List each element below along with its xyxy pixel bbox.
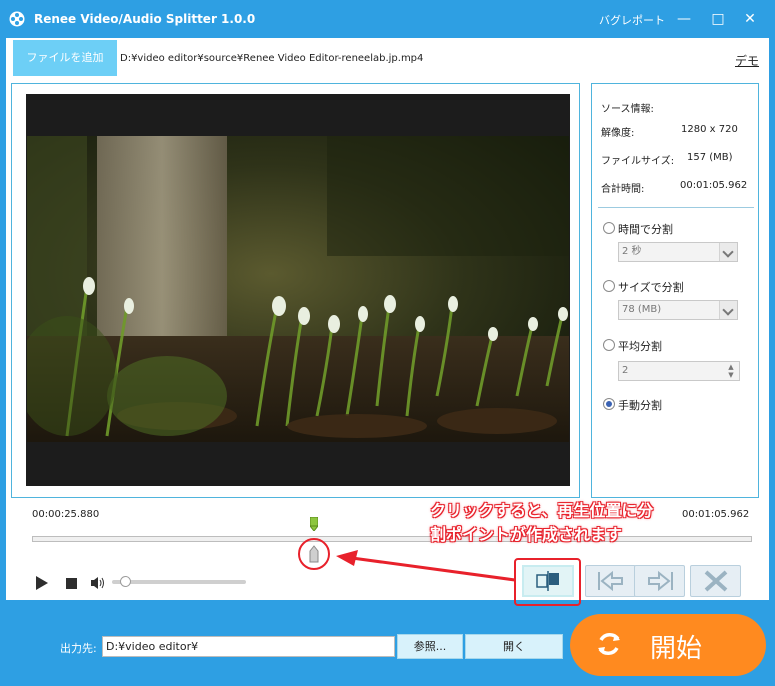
even-split-value: 2	[622, 365, 629, 376]
even-split-radio[interactable]	[603, 339, 615, 351]
next-split-button[interactable]	[634, 565, 685, 597]
annotation-circle	[298, 538, 330, 570]
output-label: 出力先:	[60, 642, 97, 655]
current-time: 00:00:25.880	[32, 509, 100, 520]
chevron-down-icon	[719, 301, 737, 319]
add-file-button[interactable]: ファイルを追加	[13, 40, 117, 76]
split-by-time-label: 時間で分割	[618, 223, 673, 236]
annotation-line-2: 割ポイントが作成されます	[430, 525, 623, 544]
bug-report-link[interactable]: バグレポート	[599, 12, 665, 28]
chevron-down-icon	[719, 243, 737, 261]
annotation-highlight-box	[514, 558, 581, 606]
time-interval-value: 2 秒	[622, 246, 642, 257]
open-folder-button[interactable]: 開く	[465, 634, 563, 659]
stepper-arrows-icon[interactable]: ▲ ▼	[724, 363, 738, 379]
resolution-value: 1280 x 720	[681, 124, 738, 135]
annotation-arrow	[336, 550, 516, 582]
film-reel-icon	[9, 11, 25, 27]
source-info-heading: ソース情報:	[601, 104, 654, 115]
stop-button[interactable]	[66, 578, 77, 589]
annotation-line-1: クリックすると、再生位置に分	[430, 501, 654, 520]
file-size-value: 157 (MB)	[687, 152, 733, 163]
output-path-input[interactable]: D:¥video editor¥	[102, 636, 395, 657]
close-button[interactable]: ✕	[739, 8, 761, 30]
start-label: 開始	[650, 634, 703, 664]
resolution-label: 解像度:	[601, 128, 635, 139]
demo-link[interactable]: デモ	[735, 52, 759, 69]
play-button[interactable]	[35, 576, 49, 590]
split-by-size-label: サイズで分割	[618, 281, 684, 294]
playhead-marker[interactable]	[309, 516, 320, 532]
split-by-time-radio[interactable]	[603, 222, 615, 234]
size-select[interactable]: 78 (MB)	[618, 300, 738, 320]
volume-slider[interactable]	[112, 580, 246, 584]
info-divider	[598, 207, 754, 208]
app-title: Renee Video/Audio Splitter 1.0.0	[34, 12, 256, 26]
even-split-stepper[interactable]: 2 ▲ ▼	[618, 361, 740, 381]
split-by-size-radio[interactable]	[603, 280, 615, 292]
video-frame-image	[27, 136, 569, 442]
minimize-button[interactable]: —	[673, 8, 695, 30]
browse-button[interactable]: 参照...	[397, 634, 463, 659]
file-size-label: ファイルサイズ:	[601, 156, 675, 167]
size-value: 78 (MB)	[622, 304, 662, 315]
manual-split-radio[interactable]	[603, 398, 615, 410]
refresh-icon	[593, 628, 625, 660]
duration-label: 合計時間:	[601, 184, 645, 195]
volume-icon[interactable]	[90, 575, 106, 591]
delete-split-button[interactable]	[690, 565, 741, 597]
time-interval-select[interactable]: 2 秒	[618, 242, 738, 262]
manual-split-label: 手動分割	[618, 399, 662, 412]
file-path: D:¥video editor¥source¥Renee Video Edito…	[120, 53, 424, 64]
maximize-button[interactable]: □	[707, 8, 729, 30]
previous-split-button[interactable]	[585, 565, 636, 597]
annotation-text: クリックすると、再生位置に分 割ポイントが作成されます	[430, 499, 705, 547]
even-split-label: 平均分割	[618, 340, 662, 353]
duration-value: 00:01:05.962	[680, 180, 748, 191]
